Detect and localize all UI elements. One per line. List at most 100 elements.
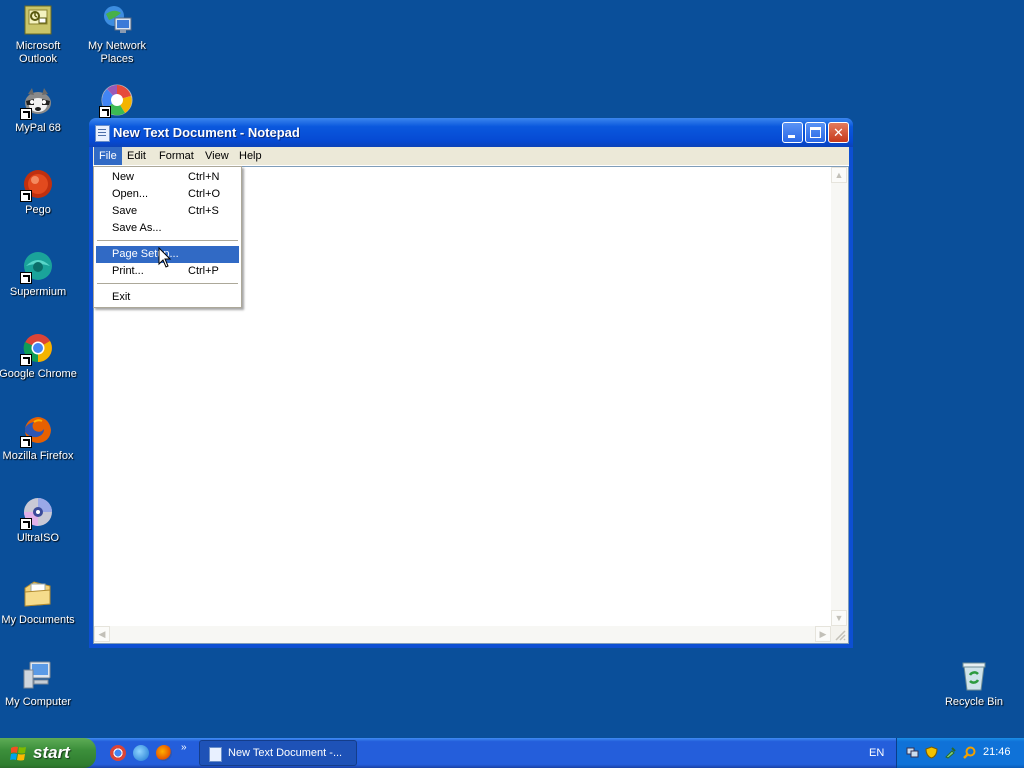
- menu-item-label: Save As...: [112, 222, 162, 234]
- menu-separator: [97, 240, 238, 241]
- file-menu-dropdown: New Ctrl+N Open... Ctrl+O Save Ctrl+S Sa…: [93, 166, 242, 308]
- menu-item-label: Print...: [112, 265, 144, 277]
- desktop-icon-network-places[interactable]: My Network Places: [77, 4, 157, 66]
- shortcut-arrow-icon: [20, 190, 32, 202]
- security-shield-icon[interactable]: [925, 746, 938, 759]
- scroll-up-button[interactable]: ▲: [831, 167, 847, 183]
- quicklaunch-firefox-icon[interactable]: [156, 745, 172, 761]
- ultraiso-icon: [20, 496, 54, 530]
- menu-item-shortcut: Ctrl+N: [188, 171, 220, 183]
- taskbar-button-notepad[interactable]: New Text Document -...: [199, 740, 357, 766]
- minimize-button[interactable]: [782, 122, 803, 143]
- shortcut-arrow-icon: [20, 436, 32, 448]
- taskbar-button-label: New Text Document -...: [228, 747, 343, 759]
- desktop-icon-label: My Network Places: [87, 40, 147, 65]
- recycle-bin-icon: [958, 660, 990, 692]
- close-button[interactable]: ✕: [828, 122, 849, 143]
- scroll-right-button[interactable]: ▶: [815, 626, 831, 642]
- desktop-icon-supermium[interactable]: Supermium: [0, 250, 78, 299]
- desktop-icon-unlabeled-shortcut[interactable]: [77, 84, 157, 120]
- menu-item-save-as[interactable]: Save As...: [96, 220, 239, 237]
- desktop-icon-mypal[interactable]: MyPal 68: [0, 86, 78, 135]
- close-icon: ✕: [833, 125, 844, 140]
- maximize-icon: [810, 127, 821, 138]
- firefox-icon: [20, 414, 54, 448]
- desktop-icon-label: UltraISO: [16, 532, 60, 544]
- picasa-icon: [99, 84, 133, 118]
- quicklaunch-chrome-icon[interactable]: [110, 745, 126, 761]
- network-tray-icon[interactable]: [906, 746, 919, 759]
- shortcut-arrow-icon: [20, 518, 32, 530]
- maximize-button[interactable]: [805, 122, 826, 143]
- menu-item-shortcut: Ctrl+S: [188, 205, 219, 217]
- resize-grip[interactable]: [831, 626, 848, 643]
- outlook-icon: [22, 4, 54, 36]
- desktop-icon-label: My Documents: [1, 614, 75, 626]
- chrome-icon: [20, 332, 54, 366]
- menu-item-shortcut: Ctrl+O: [188, 188, 221, 200]
- desktop-icon-label: Recycle Bin: [944, 696, 1004, 708]
- desktop-icon-label: Microsoft Outlook: [15, 40, 61, 65]
- supermium-icon: [20, 250, 54, 284]
- start-button[interactable]: start: [0, 738, 96, 768]
- menu-view[interactable]: View: [200, 147, 234, 165]
- menu-item-label: Open...: [112, 188, 149, 200]
- desktop-icon-label: Mozilla Firefox: [2, 450, 74, 462]
- title-bar[interactable]: New Text Document - Notepad ✕: [89, 118, 853, 147]
- quicklaunch-ie-icon[interactable]: [133, 745, 149, 761]
- network-places-icon: [101, 4, 133, 36]
- menu-bar: File Edit Format View Help: [93, 147, 849, 166]
- desktop-icon-my-documents[interactable]: My Documents: [0, 578, 78, 627]
- desktop-icon-ultraiso[interactable]: UltraISO: [0, 496, 78, 545]
- scroll-down-button[interactable]: ▼: [831, 610, 847, 626]
- windows-logo-icon: [10, 746, 26, 761]
- language-indicator[interactable]: EN: [869, 747, 884, 759]
- menu-item-label: Save: [112, 205, 138, 217]
- search-tray-icon[interactable]: [963, 746, 976, 759]
- menu-item-new[interactable]: New Ctrl+N: [96, 169, 239, 186]
- shortcut-arrow-icon: [20, 354, 32, 366]
- quicklaunch-more-button[interactable]: »: [181, 742, 187, 753]
- desktop-icon-label: MyPal 68: [15, 122, 61, 134]
- menu-item-shortcut: Ctrl+P: [188, 265, 219, 277]
- mypal-icon: [20, 86, 54, 120]
- desktop-icon-recycle-bin[interactable]: Recycle Bin: [934, 660, 1014, 709]
- desktop-icon-my-computer[interactable]: My Computer: [0, 660, 78, 709]
- pego-icon: [20, 168, 54, 202]
- menu-item-exit[interactable]: Exit: [96, 289, 239, 306]
- shortcut-arrow-icon: [99, 106, 111, 118]
- desktop-icon-chrome[interactable]: Google Chrome: [0, 332, 78, 381]
- desktop-icon-firefox[interactable]: Mozilla Firefox: [0, 414, 78, 463]
- menu-item-open[interactable]: Open... Ctrl+O: [96, 186, 239, 203]
- desktop-icon-label: My Computer: [4, 696, 72, 708]
- menu-file[interactable]: File: [94, 147, 122, 165]
- desktop-icon-pego[interactable]: Pego: [0, 168, 78, 217]
- menu-help[interactable]: Help: [234, 147, 267, 165]
- minimize-icon: [788, 135, 795, 138]
- system-tray: 21:46: [896, 738, 1024, 768]
- taskbar: start » New Text Document -... EN 21:46: [0, 738, 1024, 768]
- desktop-icon-outlook[interactable]: Microsoft Outlook: [0, 4, 78, 66]
- shortcut-arrow-icon: [20, 108, 32, 120]
- start-label: start: [33, 743, 70, 762]
- menu-edit[interactable]: Edit: [122, 147, 151, 165]
- menu-format[interactable]: Format: [154, 147, 199, 165]
- mouse-pointer-icon: [158, 246, 172, 269]
- menu-item-label: New: [112, 171, 135, 183]
- desktop-icon-label: Google Chrome: [0, 368, 77, 380]
- shortcut-arrow-icon: [20, 272, 32, 284]
- scroll-left-button[interactable]: ◀: [94, 626, 110, 642]
- safely-remove-hardware-icon[interactable]: [944, 746, 957, 759]
- menu-separator: [97, 283, 238, 284]
- desktop-icon-label: Pego: [25, 204, 51, 216]
- my-documents-icon: [22, 578, 54, 610]
- clock[interactable]: 21:46: [983, 746, 1011, 758]
- notepad-icon[interactable]: [95, 125, 110, 142]
- menu-item-label: Exit: [112, 291, 131, 303]
- vertical-scrollbar[interactable]: ▲ ▼: [831, 167, 848, 626]
- horizontal-scrollbar[interactable]: ◀ ▶: [94, 626, 831, 643]
- desktop-icon-label: Supermium: [9, 286, 67, 298]
- my-computer-icon: [22, 660, 54, 692]
- menu-item-save[interactable]: Save Ctrl+S: [96, 203, 239, 220]
- window-title: New Text Document - Notepad: [113, 125, 300, 140]
